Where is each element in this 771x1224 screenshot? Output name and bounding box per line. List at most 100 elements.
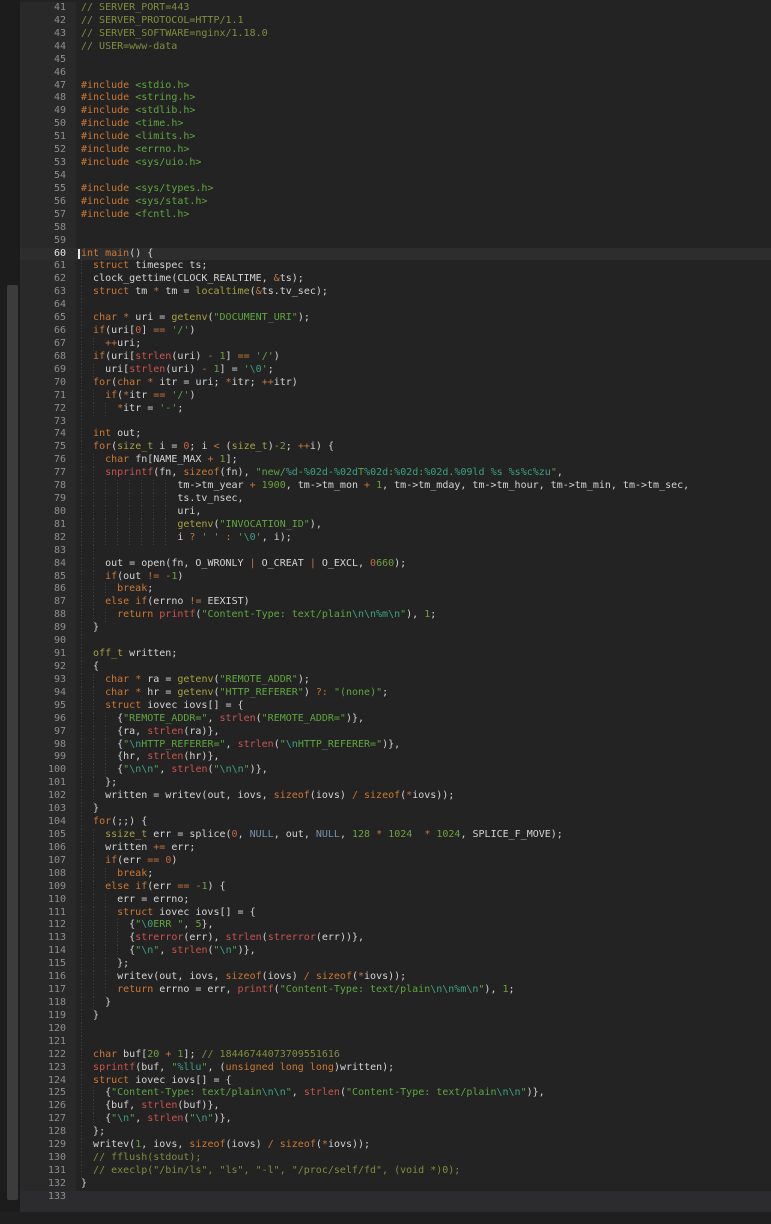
code-line[interactable]: 113 {strerror(err), strlen(strerror(err)… [20, 932, 771, 945]
code-line[interactable]: 64 [20, 299, 771, 312]
code-line[interactable]: 44// USER=www-data [20, 41, 771, 54]
code-line[interactable]: 123 sprintf(buf, "%llu", (unsigned long … [20, 1062, 771, 1075]
code-line[interactable]: 69 uri[strlen(uri) - 1] = '\0'; [20, 364, 771, 377]
code-line[interactable]: 127 {"\n", strlen("\n")}, [20, 1113, 771, 1126]
code-line[interactable]: 98 {"\nHTTP_REFERER=", strlen("\nHTTP_RE… [20, 739, 771, 752]
horizontal-scrollbar[interactable]: 133 [20, 1191, 771, 1212]
code-line[interactable]: 119 } [20, 1010, 771, 1023]
code-line[interactable]: 61 struct timespec ts; [20, 260, 771, 273]
code-line[interactable]: 112 {"\0ERR ", 5}, [20, 919, 771, 932]
code-line[interactable]: 125 {"Content-Type: text/plain\n\n", str… [20, 1087, 771, 1100]
code-line[interactable]: 70 for(char * itr = uri; *itr; ++itr) [20, 377, 771, 390]
code-line[interactable]: 131 // execlp("/bin/ls", "ls", "-l", "/p… [20, 1165, 771, 1178]
code-line[interactable]: 117 return errno = err, printf("Content-… [20, 984, 771, 997]
code-line[interactable]: 57#include <fcntl.h> [20, 209, 771, 222]
code-line[interactable]: 74 int out; [20, 428, 771, 441]
code-line[interactable]: 96 {"REMOTE_ADDR=", strlen("REMOTE_ADDR=… [20, 713, 771, 726]
code-line[interactable]: 107 if(err == 0) [20, 855, 771, 868]
code-line[interactable]: 51#include <limits.h> [20, 131, 771, 144]
code-line[interactable]: 101 }; [20, 777, 771, 790]
code-line[interactable]: 72 *itr = '-'; [20, 403, 771, 416]
code-line[interactable]: 49#include <stdlib.h> [20, 105, 771, 118]
code-line[interactable]: 121 [20, 1036, 771, 1049]
code-line[interactable]: 78 tm->tm_year + 1900, tm->tm_mon + 1, t… [20, 480, 771, 493]
code-line[interactable]: 97 {ra, strlen(ra)}, [20, 726, 771, 739]
code-line[interactable]: 80 uri, [20, 506, 771, 519]
code-line[interactable]: 102 written = writev(out, iovs, sizeof(i… [20, 790, 771, 803]
code-line[interactable]: 122 char buf[20 + 1]; // 184467440737095… [20, 1049, 771, 1062]
code-line[interactable]: 43// SERVER_SOFTWARE=nginx/1.18.0 [20, 28, 771, 41]
code-line[interactable]: 111 struct iovec iovs[] = { [20, 907, 771, 920]
code-line[interactable]: 62 clock_gettime(CLOCK_REALTIME, &ts); [20, 273, 771, 286]
scrollbar-thumb[interactable] [7, 285, 18, 1200]
code-line[interactable]: 82 i ? ' ' : '\0', i); [20, 532, 771, 545]
code-area[interactable]: 41// SERVER_PORT=44342// SERVER_PROTOCOL… [20, 0, 771, 1191]
code-line[interactable]: 42// SERVER_PROTOCOL=HTTP/1.1 [20, 15, 771, 28]
indent-guide [81, 480, 82, 493]
code-line[interactable]: 68 if(uri[strlen(uri) - 1] == '/') [20, 351, 771, 364]
code-line[interactable]: 130 // fflush(stdout); [20, 1152, 771, 1165]
code-line[interactable]: 75 for(size_t i = 0; i < (size_t)-2; ++i… [20, 441, 771, 454]
code-line[interactable]: 48#include <string.h> [20, 92, 771, 105]
code-line[interactable]: 85 if(out != -1) [20, 571, 771, 584]
code-line[interactable]: 92 { [20, 661, 771, 674]
code-line[interactable]: 129 writev(1, iovs, sizeof(iovs) / sizeo… [20, 1139, 771, 1152]
code-line[interactable]: 104 for(;;) { [20, 816, 771, 829]
line-number: 93 [20, 674, 76, 687]
code-line[interactable]: 77 snprintf(fn, sizeof(fn), "new/%d-%02d… [20, 467, 771, 480]
code-line[interactable]: 103 } [20, 803, 771, 816]
code-line[interactable]: 71 if(*itr == '/') [20, 390, 771, 403]
code-line[interactable]: 54 [20, 170, 771, 183]
code-line[interactable]: 114 {"\n", strlen("\n")}, [20, 945, 771, 958]
code-line[interactable]: 89 } [20, 622, 771, 635]
code-line[interactable]: 67 ++uri; [20, 338, 771, 351]
code-line[interactable]: 105 ssize_t err = splice(0, NULL, out, N… [20, 829, 771, 842]
code-line[interactable]: 87 else if(errno != EEXIST) [20, 596, 771, 609]
code-line[interactable]: 52#include <errno.h> [20, 144, 771, 157]
code-line[interactable]: 99 {hr, strlen(hr)}, [20, 751, 771, 764]
code-line[interactable]: 53#include <sys/uio.h> [20, 157, 771, 170]
code-line[interactable]: 79 ts.tv_nsec, [20, 493, 771, 506]
code-line[interactable]: 41// SERVER_PORT=443 [20, 2, 771, 15]
code-line[interactable]: 86 break; [20, 583, 771, 596]
code-line[interactable]: 88 return printf("Content-Type: text/pla… [20, 609, 771, 622]
code-line[interactable]: 115 }; [20, 958, 771, 971]
line-number: 114 [20, 945, 76, 958]
code-line[interactable]: 106 written += err; [20, 842, 771, 855]
code-line[interactable]: 108 break; [20, 868, 771, 881]
line-number: 99 [20, 751, 76, 764]
code-line[interactable]: 124 struct iovec iovs[] = { [20, 1075, 771, 1088]
code-line[interactable]: 45 [20, 54, 771, 67]
code-line[interactable]: 120 [20, 1023, 771, 1036]
code-line[interactable]: 84 out = open(fn, O_WRONLY | O_CREAT | O… [20, 558, 771, 571]
code-line[interactable]: 76 char fn[NAME_MAX + 1]; [20, 454, 771, 467]
code-line[interactable]: 56#include <sys/stat.h> [20, 196, 771, 209]
code-line[interactable]: 46 [20, 67, 771, 80]
code-line[interactable]: 47#include <stdio.h> [20, 80, 771, 93]
code-line[interactable]: 55#include <sys/types.h> [20, 183, 771, 196]
code-line[interactable]: 128 }; [20, 1126, 771, 1139]
code-line[interactable]: 110 err = errno; [20, 894, 771, 907]
code-line[interactable]: 109 else if(err == -1) { [20, 881, 771, 894]
code-line[interactable]: 66 if(uri[0] == '/') [20, 325, 771, 338]
code-line[interactable]: 73 [20, 416, 771, 429]
code-line[interactable]: 90 [20, 635, 771, 648]
code-line[interactable]: 116 writev(out, iovs, sizeof(iovs) / siz… [20, 971, 771, 984]
code-line[interactable]: 65 char * uri = getenv("DOCUMENT_URI"); [20, 312, 771, 325]
code-line[interactable]: 91 off_t written; [20, 648, 771, 661]
code-line[interactable]: 93 char * ra = getenv("REMOTE_ADDR"); [20, 674, 771, 687]
code-line[interactable]: 59 [20, 235, 771, 248]
code-line[interactable]: 95 struct iovec iovs[] = { [20, 700, 771, 713]
code-line[interactable]: 118 } [20, 997, 771, 1010]
code-line[interactable]: 126 {buf, strlen(buf)}, [20, 1100, 771, 1113]
code-line[interactable]: 60int main() { [20, 248, 771, 261]
code-line[interactable]: 58 [20, 222, 771, 235]
code-line[interactable]: 94 char * hr = getenv("HTTP_REFERER") ?:… [20, 687, 771, 700]
code-line[interactable]: 83 [20, 545, 771, 558]
code-line[interactable]: 50#include <time.h> [20, 118, 771, 131]
left-scrollbar-track[interactable] [0, 0, 20, 1212]
code-line[interactable]: 132} [20, 1178, 771, 1191]
code-line[interactable]: 63 struct tm * tm = localtime(&ts.tv_sec… [20, 286, 771, 299]
code-line[interactable]: 100 {"\n\n", strlen("\n\n")}, [20, 764, 771, 777]
code-line[interactable]: 81 getenv("INVOCATION_ID"), [20, 519, 771, 532]
